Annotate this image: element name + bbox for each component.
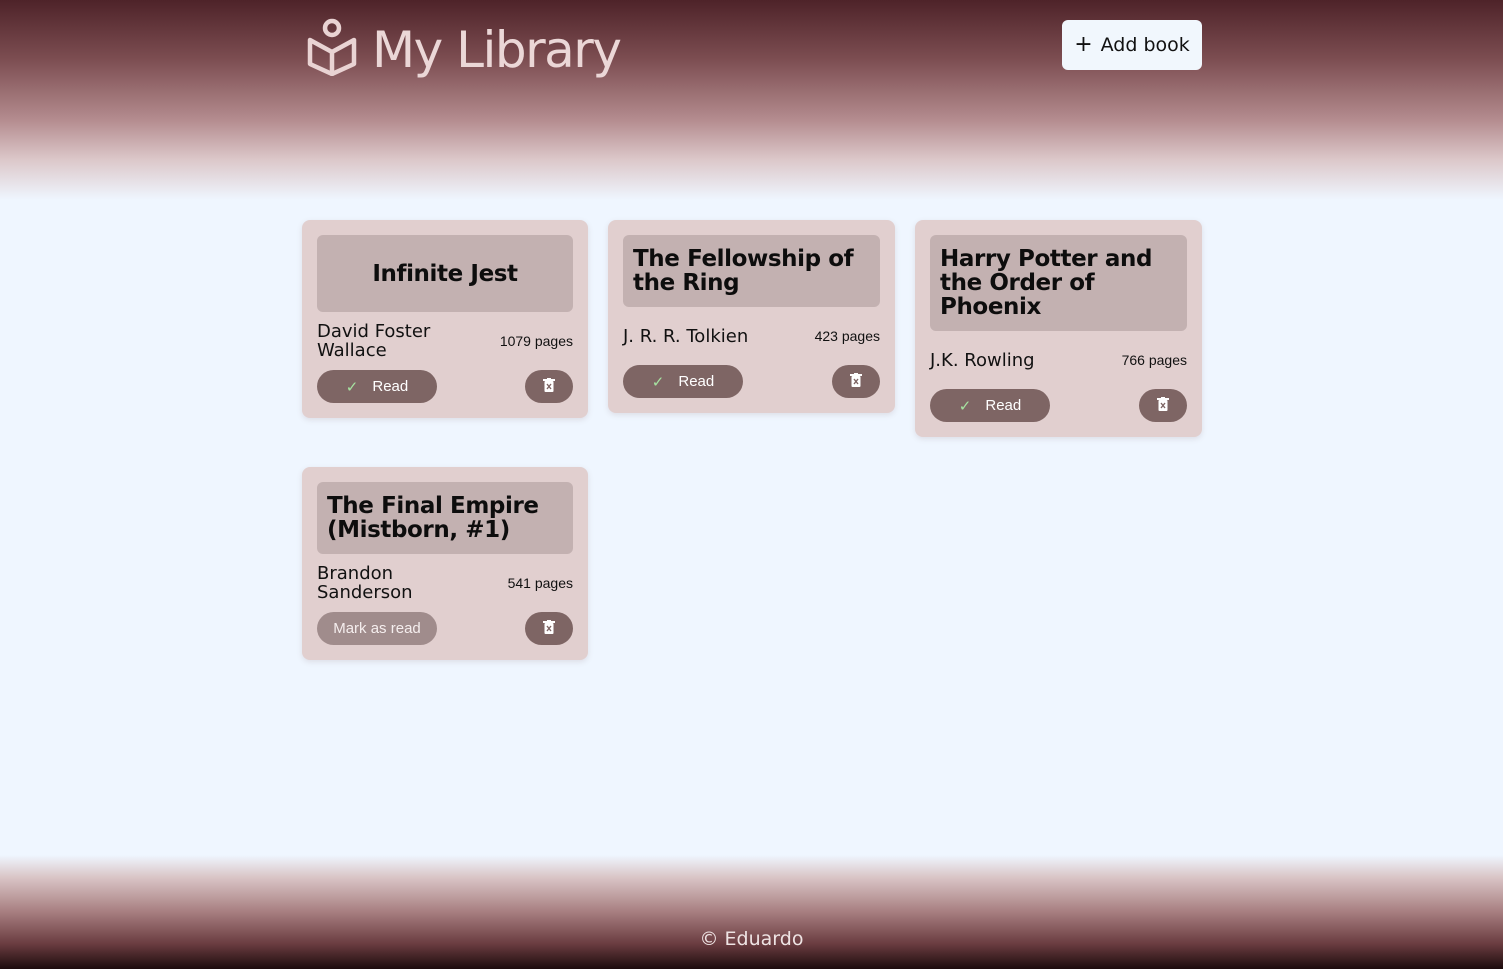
read-toggle-label: Read (678, 373, 715, 390)
add-book-label: Add book (1100, 34, 1190, 56)
book-actions: Mark as read (317, 612, 573, 645)
delete-book-button[interactable] (1139, 389, 1187, 422)
book-meta: David Foster Wallace 1079 pages (317, 322, 573, 360)
read-toggle-button[interactable]: ✓ Read (317, 370, 437, 403)
book-author: J. R. R. Tolkien (623, 325, 749, 347)
add-book-button[interactable]: + Add book (1062, 20, 1202, 70)
book-title: Harry Potter and the Order of Phoenix (940, 246, 1153, 320)
book-card: Infinite Jest David Foster Wallace 1079 … (302, 220, 588, 418)
check-icon: ✓ (958, 397, 972, 415)
book-title-box: Infinite Jest (317, 235, 573, 312)
book-title-box: The Final Empire (Mistborn, #1) (317, 482, 573, 554)
book-actions: ✓ Read (317, 370, 573, 403)
book-pages: 766 pages (1121, 352, 1187, 368)
delete-book-button[interactable] (525, 612, 573, 645)
book-pages: 1079 pages (499, 333, 573, 349)
book-actions: ✓ Read (930, 389, 1187, 422)
book-card: The Fellowship of the Ring J. R. R. Tolk… (608, 220, 895, 413)
book-meta: J. R. R. Tolkien 423 pages (623, 317, 880, 355)
book-title: Infinite Jest (372, 260, 518, 287)
open-book-reader-icon (306, 18, 358, 81)
trash-icon (850, 373, 862, 390)
book-title-box: Harry Potter and the Order of Phoenix (930, 235, 1187, 331)
read-toggle-label: Read (985, 397, 1022, 414)
book-pages: 541 pages (507, 575, 573, 591)
read-toggle-label: Read (372, 378, 409, 395)
book-author: J.K. Rowling (930, 349, 1035, 371)
book-meta: Brandon Sanderson 541 pages (317, 564, 573, 602)
brand: My Library (306, 18, 622, 81)
page-footer: © Eduardo (0, 855, 1503, 969)
page-title: My Library (372, 20, 622, 79)
book-author: David Foster Wallace (317, 321, 431, 361)
book-author: Brandon Sanderson (317, 563, 413, 603)
check-icon: ✓ (651, 373, 665, 391)
book-actions: ✓ Read (623, 365, 880, 398)
plus-icon: + (1074, 32, 1093, 57)
book-card: The Final Empire (Mistborn, #1) Brandon … (302, 467, 588, 660)
trash-icon (1157, 397, 1169, 414)
book-card: Harry Potter and the Order of Phoenix J.… (915, 220, 1202, 437)
page-header: My Library + Add book (0, 0, 1503, 200)
check-icon: ✓ (345, 378, 359, 396)
book-title: The Fellowship of the Ring (633, 246, 854, 296)
read-toggle-button[interactable]: ✓ Read (930, 389, 1050, 422)
mark-as-read-button[interactable]: Mark as read (317, 612, 437, 645)
read-toggle-label: Mark as read (333, 620, 421, 637)
trash-icon (543, 620, 555, 637)
book-meta: J.K. Rowling 766 pages (930, 341, 1187, 379)
book-title-box: The Fellowship of the Ring (623, 235, 880, 307)
trash-icon (543, 378, 555, 395)
book-title: The Final Empire (Mistborn, #1) (327, 493, 539, 543)
book-grid: Infinite Jest David Foster Wallace 1079 … (302, 220, 1202, 660)
delete-book-button[interactable] (832, 365, 880, 398)
book-pages: 423 pages (814, 328, 880, 344)
delete-book-button[interactable] (525, 370, 573, 403)
copyright-text: © Eduardo (699, 928, 804, 950)
read-toggle-button[interactable]: ✓ Read (623, 365, 743, 398)
